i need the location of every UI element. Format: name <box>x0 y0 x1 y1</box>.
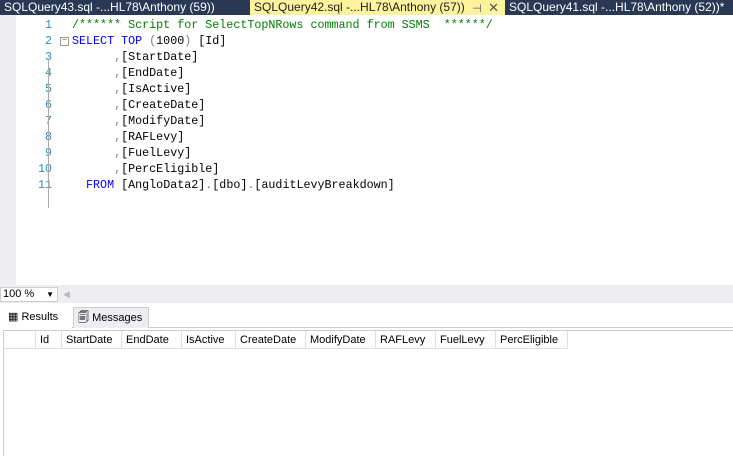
code-line[interactable]: 6 ,[CreateDate] <box>16 97 733 113</box>
column-header[interactable]: Id <box>36 331 62 349</box>
scroll-left-icon[interactable]: ◀ <box>63 289 70 300</box>
line-number: 6 <box>16 97 52 113</box>
editor-gutter <box>0 15 16 285</box>
column-header[interactable]: EndDate <box>122 331 182 349</box>
code-text: ,[ModifyDate] <box>114 114 206 128</box>
column-header[interactable]: IsActive <box>182 331 236 349</box>
code-text: ,[RAFLevy] <box>114 130 185 144</box>
code-text: ,[StartDate] <box>114 50 199 64</box>
line-number: 9 <box>16 145 52 161</box>
document-tab-bar: SQLQuery43.sql -...HL78\Anthony (59)) SQ… <box>0 0 733 15</box>
column-header[interactable]: RAFLevy <box>376 331 436 349</box>
code-text: ,[FuelLevy] <box>114 146 192 160</box>
results-grid[interactable]: Id StartDate EndDate IsActive CreateDate Modi… <box>3 330 733 456</box>
column-header[interactable]: PercEligible <box>496 331 568 349</box>
tab-sqlquery42[interactable]: SQLQuery42.sql -...HL78\Anthony (57)) ⊣ … <box>250 0 505 15</box>
code-text: FROM [AngloData2].[dbo].[auditLevyBreakd… <box>86 178 395 192</box>
column-header[interactable]: StartDate <box>62 331 122 349</box>
line-number: 5 <box>16 81 52 97</box>
code-text: ,[PercEligible] <box>114 162 220 176</box>
code-text: SELECT TOP (1000) [Id] <box>72 34 227 48</box>
tab-messages[interactable]: 🗐 Messages <box>73 307 149 328</box>
code-text: /****** Script for SelectTopNRows comman… <box>72 18 493 32</box>
column-header[interactable]: FuelLevy <box>436 331 496 349</box>
results-tab-bar: ▦ Results 🗐 Messages <box>0 303 733 328</box>
grid-row-header <box>4 331 36 349</box>
line-number: 8 <box>16 129 52 145</box>
tab-results[interactable]: ▦ Results <box>0 307 72 328</box>
code-text: ,[IsActive] <box>114 82 192 96</box>
code-line[interactable]: 3 ,[StartDate] <box>16 49 733 65</box>
code-line[interactable]: 4 ,[EndDate] <box>16 65 733 81</box>
fold-guide <box>48 58 49 208</box>
line-number: 4 <box>16 65 52 81</box>
messages-icon: 🗐 <box>78 312 89 324</box>
column-header[interactable]: CreateDate <box>236 331 306 349</box>
code-line[interactable]: 5 ,[IsActive] <box>16 81 733 97</box>
line-number: 7 <box>16 113 52 129</box>
code-line[interactable]: 7 ,[ModifyDate] <box>16 113 733 129</box>
pin-icon[interactable]: ⊣ <box>472 3 482 15</box>
grid-header: Id StartDate EndDate IsActive CreateDate Modi… <box>4 331 733 349</box>
code-line[interactable]: 11 FROM [AngloData2].[dbo].[auditLevyBre… <box>16 177 733 193</box>
code-line[interactable]: 10 ,[PercEligible] <box>16 161 733 177</box>
code-line[interactable]: 2− SELECT TOP (1000) [Id] <box>16 33 733 49</box>
code-text: ,[CreateDate] <box>114 98 206 112</box>
line-number: 2 <box>44 34 52 48</box>
chevron-down-icon: ▼ <box>46 290 54 299</box>
line-number: 3 <box>44 50 52 64</box>
close-icon[interactable]: ✕ <box>488 0 499 15</box>
collapse-icon[interactable]: − <box>60 37 69 46</box>
tab-sqlquery41[interactable]: SQLQuery41.sql -...HL78\Anthony (52))* <box>505 0 733 15</box>
line-number: 10 <box>37 162 52 176</box>
zoom-bar: 100 % ▼ ◀ <box>0 285 733 303</box>
code-line[interactable]: 9 ,[FuelLevy] <box>16 145 733 161</box>
grid-icon: ▦ <box>8 311 19 323</box>
column-header[interactable]: ModifyDate <box>306 331 376 349</box>
code-line[interactable]: 8 ,[RAFLevy] <box>16 129 733 145</box>
code-text: ,[EndDate] <box>114 66 185 80</box>
tab-sqlquery43[interactable]: SQLQuery43.sql -...HL78\Anthony (59)) <box>0 0 250 15</box>
zoom-dropdown[interactable]: 100 % ▼ <box>0 287 58 302</box>
line-number: 1 <box>44 18 52 32</box>
code-line[interactable]: 1 /****** Script for SelectTopNRows comma… <box>16 17 733 33</box>
line-number: 11 <box>37 178 52 192</box>
sql-editor[interactable]: 1 /****** Script for SelectTopNRows comma… <box>0 15 733 285</box>
